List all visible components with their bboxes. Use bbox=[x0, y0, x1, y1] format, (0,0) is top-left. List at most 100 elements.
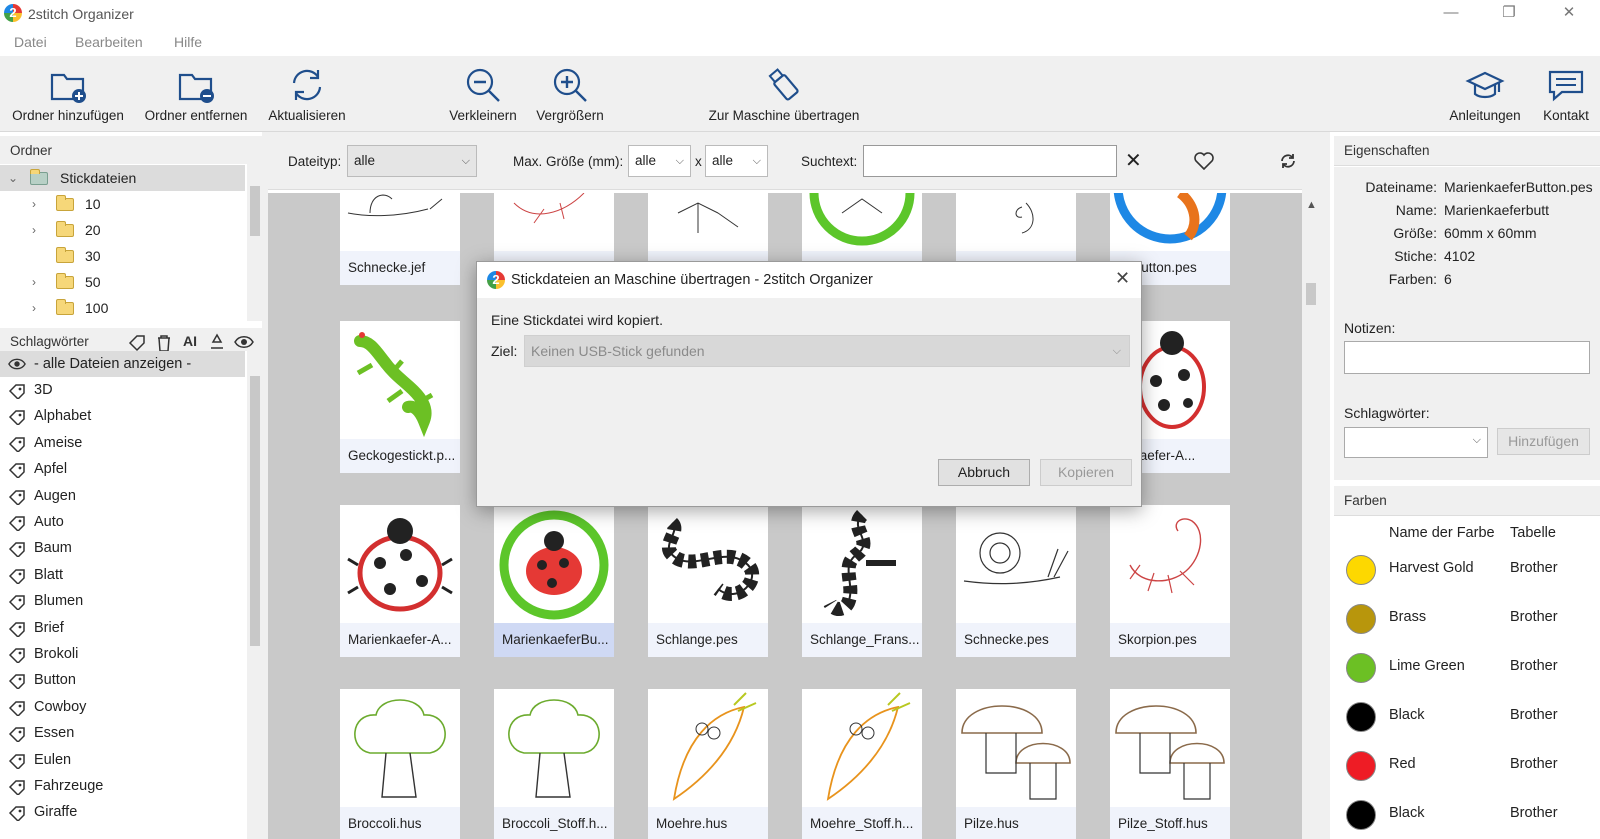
tag-item[interactable]: Apfel bbox=[0, 456, 245, 482]
add-folder-button[interactable]: Ordner hinzufügen bbox=[8, 56, 128, 132]
folder-item[interactable]: › 20 bbox=[0, 217, 245, 243]
color-row[interactable]: Red Brother bbox=[1334, 743, 1600, 792]
tag-item[interactable]: Auto bbox=[0, 509, 245, 535]
file-card[interactable]: Schnecke.pes bbox=[956, 505, 1076, 657]
prop-value: 60mm x 60mm bbox=[1444, 225, 1537, 241]
sync-icon[interactable] bbox=[1278, 151, 1298, 171]
tag-item[interactable]: Alphabet bbox=[0, 403, 245, 429]
add-tag-button[interactable]: Hinzufügen bbox=[1497, 428, 1590, 455]
scroll-thumb[interactable] bbox=[250, 186, 260, 236]
ant-button-thumbnail bbox=[809, 193, 915, 246]
show-all-label: - alle Dateien anzeigen - bbox=[34, 356, 192, 372]
search-input[interactable] bbox=[863, 145, 1117, 177]
file-card[interactable]: Pilze_Stoff.hus bbox=[1110, 689, 1230, 839]
color-row[interactable]: Black Brother bbox=[1334, 792, 1600, 839]
file-card[interactable]: Schlange.pes bbox=[648, 505, 768, 657]
tag-icon[interactable] bbox=[128, 334, 146, 352]
contact-button[interactable]: Kontakt bbox=[1536, 56, 1596, 132]
notes-input[interactable] bbox=[1344, 341, 1590, 374]
folder-tree-scrollbar[interactable] bbox=[247, 164, 263, 321]
folder-item[interactable]: › 10 bbox=[0, 191, 245, 217]
tag-item[interactable]: Brief bbox=[0, 615, 245, 641]
contact-label: Kontakt bbox=[1543, 108, 1589, 123]
folder-item[interactable]: 30 bbox=[0, 243, 245, 269]
expand-right-icon[interactable]: › bbox=[32, 217, 36, 243]
minimize-button[interactable]: — bbox=[1428, 0, 1474, 28]
scroll-up-icon[interactable]: ▲ bbox=[1306, 199, 1317, 211]
expand-right-icon[interactable]: › bbox=[32, 269, 36, 295]
tag-item[interactable]: Giraffe bbox=[0, 799, 245, 825]
file-card-selected[interactable]: MarienkaeferBu... bbox=[494, 505, 614, 657]
tags-select[interactable]: ⌵ bbox=[1344, 427, 1488, 458]
file-card[interactable]: Schnecke.jef bbox=[340, 193, 460, 285]
file-card[interactable]: Moehre_Stoff.h... bbox=[802, 689, 922, 839]
file-card[interactable]: Schlange_Frans... bbox=[802, 505, 922, 657]
cancel-button[interactable]: Abbruch bbox=[938, 459, 1030, 486]
copy-button[interactable]: Kopieren bbox=[1040, 459, 1132, 486]
tag-item[interactable]: Baum bbox=[0, 535, 245, 561]
tag-label: 3D bbox=[34, 382, 53, 398]
color-row[interactable]: Lime Green Brother bbox=[1334, 645, 1600, 694]
tutorials-button[interactable]: Anleitungen bbox=[1446, 56, 1524, 132]
file-card[interactable]: Geckogestickt.p... bbox=[340, 321, 460, 473]
zoom-in-button[interactable]: Vergrößern bbox=[532, 56, 608, 132]
tag-item[interactable]: Brokoli bbox=[0, 641, 245, 667]
tag-item[interactable]: Augen bbox=[0, 483, 245, 509]
scroll-thumb[interactable] bbox=[1306, 283, 1316, 305]
tag-item[interactable]: Fahrzeuge bbox=[0, 773, 245, 799]
color-row[interactable]: Brass Brother bbox=[1334, 596, 1600, 645]
menu-bearbeiten[interactable]: Bearbeiten bbox=[75, 34, 143, 50]
file-card[interactable]: Pilze.hus bbox=[956, 689, 1076, 839]
remove-folder-button[interactable]: Ordner entfernen bbox=[140, 56, 252, 132]
tag-item[interactable]: Cowboy bbox=[0, 694, 245, 720]
tag-item[interactable]: Blumen bbox=[0, 588, 245, 614]
scroll-thumb[interactable] bbox=[250, 376, 260, 646]
close-window-button[interactable]: ✕ bbox=[1546, 0, 1592, 28]
target-select[interactable]: Keinen USB-Stick gefunden ⌵ bbox=[524, 335, 1130, 367]
refresh-button[interactable]: Aktualisieren bbox=[264, 56, 350, 132]
color-row[interactable]: Black Brother bbox=[1334, 694, 1600, 743]
file-grid-scrollbar[interactable]: ▲ bbox=[1302, 193, 1320, 839]
expand-down-icon[interactable]: ⌄ bbox=[8, 165, 18, 191]
menu-hilfe[interactable]: Hilfe bbox=[174, 34, 202, 50]
zoom-out-button[interactable]: Verkleinern bbox=[446, 56, 520, 132]
tag-item[interactable]: Ameise bbox=[0, 430, 245, 456]
title-bar: 2stitch Organizer — ❐ ✕ bbox=[0, 0, 1600, 28]
max-height-select[interactable]: alle ⌵ bbox=[705, 145, 768, 177]
trash-icon[interactable] bbox=[156, 334, 172, 352]
dialog-close-icon[interactable]: ✕ bbox=[1115, 268, 1130, 289]
tags-scrollbar[interactable] bbox=[247, 351, 263, 839]
file-card[interactable]: Marienkaefer-A... bbox=[340, 505, 460, 657]
folder-tree: ⌄ Stickdateien › 10 › 20 30 › 50 › 100 bbox=[0, 164, 247, 321]
tag-item[interactable]: Eulen bbox=[0, 747, 245, 773]
show-all-item[interactable]: - alle Dateien anzeigen - bbox=[0, 351, 245, 377]
maximize-button[interactable]: ❐ bbox=[1486, 0, 1532, 28]
tag-item[interactable]: Blatt bbox=[0, 562, 245, 588]
expand-right-icon[interactable]: › bbox=[32, 191, 36, 217]
folder-item[interactable]: › 50 bbox=[0, 269, 245, 295]
file-card[interactable]: Broccoli.hus bbox=[340, 689, 460, 839]
tag-item[interactable]: Essen bbox=[0, 720, 245, 746]
file-card[interactable]: Moehre.hus bbox=[648, 689, 768, 839]
folder-label: 30 bbox=[85, 248, 101, 264]
file-name: Broccoli_Stoff.h... bbox=[494, 807, 614, 839]
tag-item[interactable]: 3D bbox=[0, 377, 245, 403]
folder-item[interactable]: › 100 bbox=[0, 295, 245, 321]
heart-icon[interactable] bbox=[1194, 152, 1214, 170]
file-card[interactable]: Skorpion.pes bbox=[1110, 505, 1230, 657]
transfer-to-machine-button[interactable]: Zur Maschine übertragen bbox=[706, 56, 862, 132]
clear-search-icon[interactable]: ✕ bbox=[1125, 148, 1142, 173]
folder-root[interactable]: ⌄ Stickdateien bbox=[0, 165, 245, 191]
menu-datei[interactable]: Datei bbox=[14, 34, 47, 50]
max-width-select[interactable]: alle ⌵ bbox=[628, 145, 691, 177]
file-type-select[interactable]: alle ⌵ bbox=[347, 145, 477, 177]
recycle-icon[interactable] bbox=[208, 333, 226, 351]
tag-label: Augen bbox=[34, 487, 76, 504]
tag-item[interactable]: Button bbox=[0, 667, 245, 693]
tag-icon bbox=[8, 806, 25, 822]
file-card[interactable]: Broccoli_Stoff.h... bbox=[494, 689, 614, 839]
eye-icon[interactable] bbox=[234, 335, 254, 349]
color-row[interactable]: Harvest Gold Brother bbox=[1334, 547, 1600, 596]
expand-right-icon[interactable]: › bbox=[32, 295, 36, 321]
chevron-down-icon: ⌵ bbox=[1472, 434, 1481, 446]
